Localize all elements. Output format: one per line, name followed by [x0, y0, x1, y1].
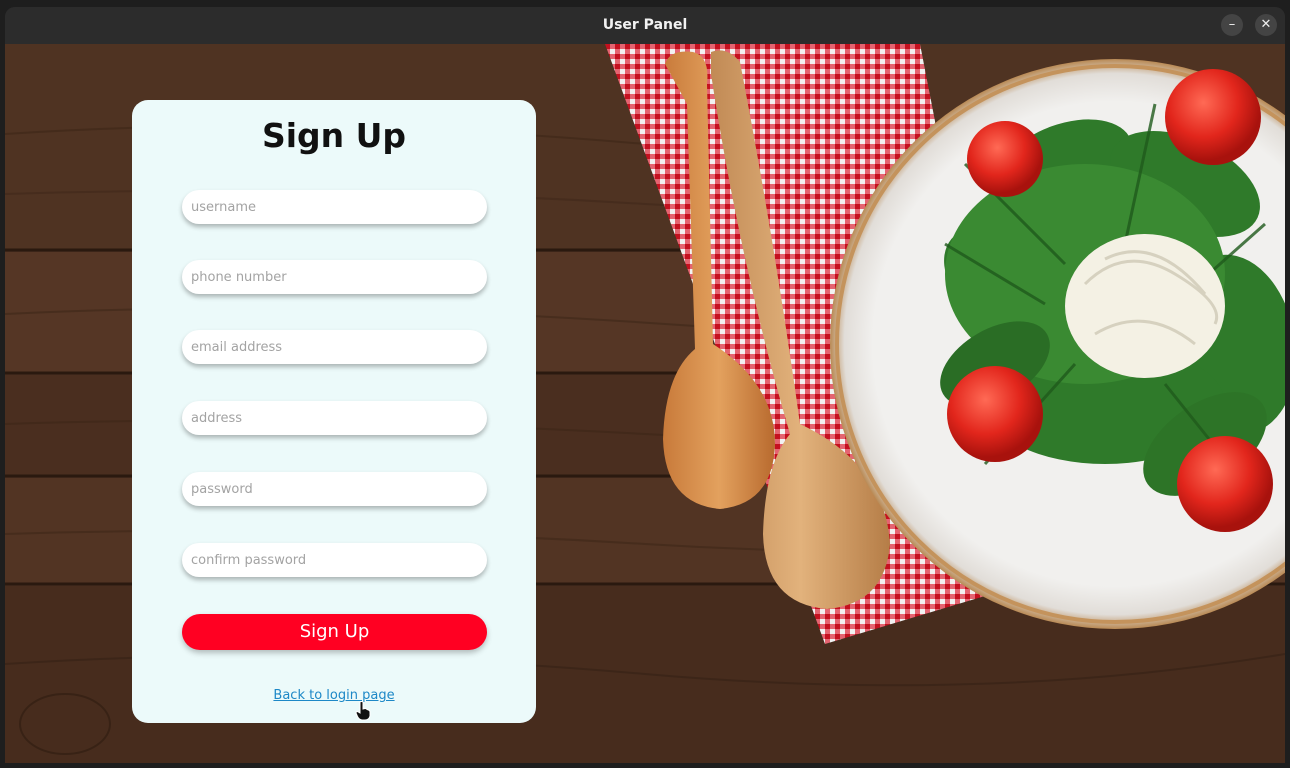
- title-bar: User Panel – ✕: [5, 7, 1285, 45]
- address-input[interactable]: address: [182, 401, 487, 435]
- hand-pointer-icon: [355, 701, 371, 721]
- window-title: User Panel: [602, 17, 688, 33]
- username-placeholder: username: [191, 200, 256, 215]
- address-placeholder: address: [191, 411, 243, 426]
- signup-button[interactable]: Sign Up: [182, 614, 487, 650]
- minimize-button[interactable]: –: [1221, 14, 1243, 36]
- email-address-input[interactable]: email address: [182, 330, 487, 364]
- close-icon: ✕: [1260, 17, 1272, 32]
- phone-number-placeholder: phone number: [191, 270, 287, 285]
- close-button[interactable]: ✕: [1255, 14, 1277, 36]
- app-window: User Panel – ✕ Sign Up username phone nu…: [5, 7, 1285, 763]
- back-to-login-link[interactable]: Back to login page: [132, 688, 536, 703]
- phone-number-input[interactable]: phone number: [182, 260, 487, 294]
- email-address-placeholder: email address: [191, 340, 283, 355]
- minimize-icon: –: [1228, 17, 1236, 32]
- password-placeholder: password: [191, 482, 253, 497]
- password-input[interactable]: password: [182, 472, 487, 506]
- confirm-password-input[interactable]: confirm password: [182, 543, 487, 577]
- page-title: Sign Up: [261, 116, 407, 155]
- username-input[interactable]: username: [182, 190, 487, 224]
- signup-card: Sign Up username phone number email addr…: [132, 100, 536, 723]
- main-content: Sign Up username phone number email addr…: [5, 44, 1285, 763]
- confirm-password-placeholder: confirm password: [191, 553, 307, 568]
